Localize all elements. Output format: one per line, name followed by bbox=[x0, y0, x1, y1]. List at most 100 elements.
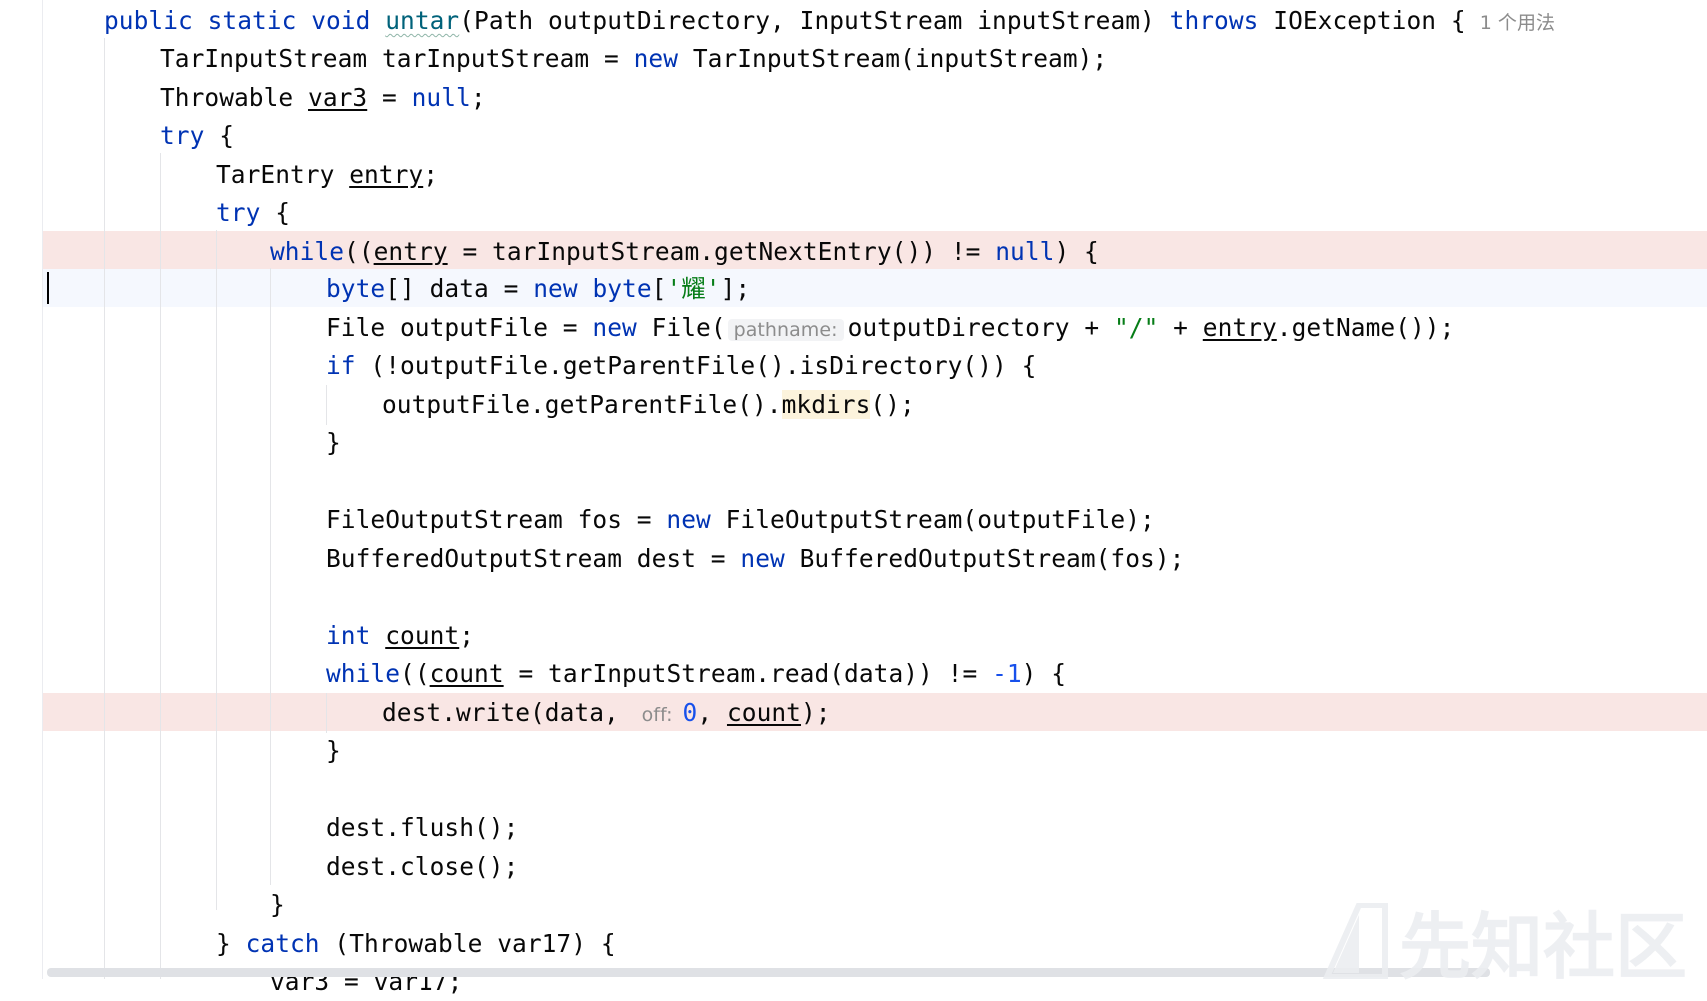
code-token: new bbox=[740, 544, 785, 573]
code-token: = tarInputStream.getNextEntry()) != bbox=[447, 237, 996, 266]
code-token: } bbox=[270, 890, 285, 919]
code-token: while bbox=[326, 659, 401, 688]
code-token: public static void bbox=[104, 6, 386, 35]
code-line-8: byte[] data = new byte['耀']; bbox=[326, 270, 750, 308]
code-token: dest.flush(); bbox=[326, 813, 519, 842]
code-token: BufferedOutputStream(fos); bbox=[784, 544, 1185, 573]
code-line-22: dest.flush(); bbox=[326, 809, 518, 847]
code-token: FileOutputStream(outputFile); bbox=[710, 505, 1155, 534]
variable-token: entry bbox=[349, 160, 424, 189]
code-token: (Path outputDirectory, InputStream input… bbox=[459, 6, 1170, 35]
watermark-logo-icon bbox=[1322, 902, 1388, 979]
code-token: try bbox=[216, 198, 261, 227]
code-line-11: outputFile.getParentFile().mkdirs(); bbox=[382, 386, 915, 424]
parameter-hint: off: bbox=[641, 704, 673, 726]
code-line-4: try { bbox=[160, 117, 234, 155]
code-token: (!outputFile.getParentFile().isDirectory… bbox=[355, 351, 1037, 380]
code-line-20: } bbox=[326, 732, 341, 770]
code-line-9: File outputFile = new File(pathname: outp… bbox=[326, 309, 1454, 347]
code-token: IOException { bbox=[1258, 6, 1466, 35]
code-token: int bbox=[326, 621, 371, 650]
code-token: new bbox=[592, 313, 637, 342]
code-token: (Throwable var17) { bbox=[319, 929, 616, 958]
variable-token: count bbox=[385, 621, 460, 650]
code-token: [ bbox=[651, 274, 667, 303]
code-token: null bbox=[411, 83, 471, 112]
code-token: byte bbox=[326, 274, 386, 303]
code-token: { bbox=[260, 198, 291, 227]
code-line-23: dest.close(); bbox=[326, 848, 518, 886]
code-token: dest.write(data, bbox=[382, 698, 634, 727]
code-line-1: public static void untar(Path outputDire… bbox=[104, 2, 1555, 40]
code-token: { bbox=[204, 121, 235, 150]
code-token: ; bbox=[470, 83, 486, 112]
code-line-12: } bbox=[326, 424, 341, 462]
code-token: new bbox=[666, 505, 711, 534]
indent-guide bbox=[216, 230, 217, 910]
code-line-25: } catch (Throwable var17) { bbox=[216, 925, 616, 963]
code-token: [] data = bbox=[385, 274, 534, 303]
code-token: (( bbox=[400, 659, 430, 688]
code-token: File outputFile = bbox=[326, 313, 593, 342]
code-line-10: if (!outputFile.getParentFile().isDirect… bbox=[326, 347, 1036, 385]
code-token: new bbox=[633, 44, 679, 73]
editor-gutter bbox=[42, 0, 43, 979]
code-token: = tarInputStream.read(data)) != bbox=[503, 659, 993, 688]
code-token: ) { bbox=[1054, 237, 1099, 266]
string-literal: "/" bbox=[1113, 313, 1159, 342]
code-token: , bbox=[697, 698, 727, 727]
variable-token: entry bbox=[1202, 313, 1277, 342]
indent-guide bbox=[326, 385, 327, 425]
code-token: catch bbox=[245, 929, 320, 958]
method-name[interactable]: untar bbox=[385, 6, 459, 35]
code-line-3: Throwable var3 = null; bbox=[160, 79, 486, 117]
code-token: } bbox=[326, 736, 341, 765]
code-line-19: dest.write(data, off: 0, count); bbox=[382, 694, 831, 732]
variable-token: count bbox=[429, 659, 504, 688]
indent-guide bbox=[326, 693, 327, 733]
horizontal-scrollbar[interactable] bbox=[47, 968, 1490, 977]
code-token: new bbox=[533, 274, 578, 303]
code-line-24: } bbox=[270, 886, 285, 924]
code-token: throws bbox=[1169, 6, 1259, 35]
code-line-2: TarInputStream tarInputStream = new TarI… bbox=[160, 40, 1107, 78]
code-token: ]; bbox=[720, 274, 751, 303]
variable-token: count bbox=[726, 698, 801, 727]
code-token: FileOutputStream fos = bbox=[326, 505, 667, 534]
code-token: } bbox=[216, 929, 246, 958]
code-token: TarInputStream tarInputStream = bbox=[160, 44, 634, 73]
highlighted-method[interactable]: mkdirs bbox=[781, 390, 871, 419]
code-token: (); bbox=[870, 390, 915, 419]
code-token: ; bbox=[459, 621, 475, 650]
number-literal: 0 bbox=[682, 698, 698, 727]
string-literal: '耀' bbox=[666, 274, 721, 303]
indent-guide bbox=[104, 38, 105, 979]
breakpoint-line-highlight bbox=[43, 693, 1707, 732]
code-token: } bbox=[326, 428, 341, 457]
code-token: if bbox=[326, 351, 356, 380]
code-token: File( bbox=[636, 313, 726, 342]
watermark: 先知社区 bbox=[1319, 888, 1687, 993]
code-token: dest.close(); bbox=[326, 852, 519, 881]
code-token: BufferedOutputStream dest = bbox=[326, 544, 741, 573]
usages-hint[interactable]: 1 个用法 bbox=[1480, 12, 1555, 34]
code-line-14: FileOutputStream fos = new FileOutputStr… bbox=[326, 501, 1155, 539]
code-token: + bbox=[1158, 313, 1203, 342]
code-token: ) { bbox=[1021, 659, 1067, 688]
code-line-17: int count; bbox=[326, 617, 474, 655]
code-line-6: try { bbox=[216, 194, 290, 232]
indent-guide bbox=[160, 153, 161, 979]
current-line-highlight bbox=[43, 269, 1707, 308]
code-token: ; bbox=[423, 160, 439, 189]
text-caret bbox=[47, 272, 49, 304]
code-line-15: BufferedOutputStream dest = new Buffered… bbox=[326, 540, 1184, 578]
code-token: ); bbox=[800, 698, 831, 727]
variable-token: var3 bbox=[308, 83, 368, 112]
code-line-5: TarEntry entry; bbox=[216, 156, 438, 194]
code-token: .getName()); bbox=[1276, 313, 1455, 342]
code-line-7: while((entry = tarInputStream.getNextEnt… bbox=[270, 233, 1099, 271]
number-literal: -1 bbox=[992, 659, 1022, 688]
code-token: (( bbox=[344, 237, 374, 266]
